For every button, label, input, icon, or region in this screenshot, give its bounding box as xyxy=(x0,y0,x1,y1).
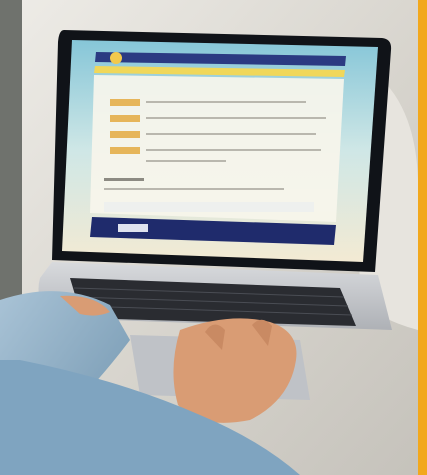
screen-button xyxy=(110,115,140,122)
photo-scene xyxy=(0,0,427,475)
screen-button xyxy=(110,147,140,154)
accent-bar xyxy=(418,0,427,475)
laptop-screen xyxy=(62,40,378,262)
laptop-photo xyxy=(0,0,427,475)
footer-logo xyxy=(118,224,148,232)
screen-button xyxy=(110,131,140,138)
screen-text-line xyxy=(146,133,316,135)
screen-subheading xyxy=(104,178,144,181)
site-logo xyxy=(110,52,122,64)
screen-sketch-strip xyxy=(104,202,314,212)
screen-text-line xyxy=(146,160,226,162)
screen-button xyxy=(110,99,140,106)
screen-text-line xyxy=(146,101,306,103)
screen-text-line xyxy=(146,149,321,151)
screen-text-line xyxy=(146,117,326,119)
screen-text-line xyxy=(104,188,284,190)
